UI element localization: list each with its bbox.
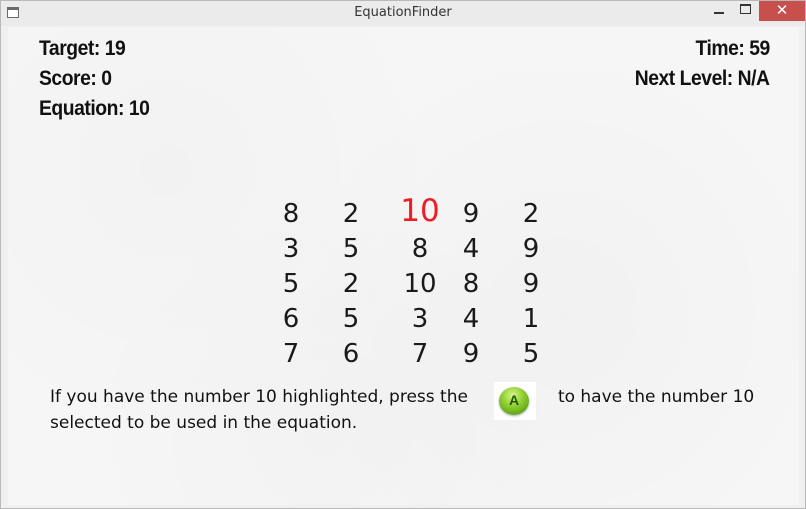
a-button-icon: A [494,382,536,420]
grid-cell-r3-c1[interactable]: 5 [261,269,321,299]
close-icon: ✕ [775,1,789,19]
title-bar[interactable]: EquationFinder ✕ [1,1,805,26]
grid-cell-r5-c4[interactable]: 9 [441,339,501,369]
grid-cell-r2-c5[interactable]: 9 [501,234,561,264]
grid-cell-r1-c2[interactable]: 2 [321,199,381,229]
grid-cell-r4-c4[interactable]: 4 [441,304,501,334]
grid-cell-r5-c2[interactable]: 6 [321,339,381,369]
grid-cell-r1-c4[interactable]: 9 [441,199,501,229]
maximize-icon [740,4,751,14]
grid-cell-r3-c2[interactable]: 2 [321,269,381,299]
grid-cell-r2-c1[interactable]: 3 [261,234,321,264]
time-label: Time: 59 [695,37,771,60]
minimize-button[interactable] [706,1,732,21]
grid-cell-r5-c5[interactable]: 5 [501,339,561,369]
green-a-button-icon: A [499,387,529,415]
grid-cell-r3-c5[interactable]: 9 [501,269,561,299]
grid-cell-r1-c1[interactable]: 8 [261,199,321,229]
grid-cell-r1-c5[interactable]: 2 [501,199,561,229]
window-title: EquationFinder [354,5,452,20]
maximize-button[interactable] [732,1,758,21]
grid-cell-r4-c1[interactable]: 6 [261,304,321,334]
grid-cell-r3-c4[interactable]: 8 [441,269,501,299]
grid-cell-r2-c2[interactable]: 5 [321,234,381,264]
close-button[interactable]: ✕ [759,1,805,21]
minimize-icon [714,12,724,14]
a-button-label: A [508,392,520,408]
grid-cell-r5-c1[interactable]: 7 [261,339,321,369]
score-label: Score: 0 [39,67,112,90]
next-level-label: Next Level: N/A [635,67,770,90]
grid-cell-r4-c2[interactable]: 5 [321,304,381,334]
grid-cell-r2-c4[interactable]: 4 [441,234,501,264]
equation-label: Equation: 10 [39,97,150,120]
hint-line2: selected to be used in the equation. [50,413,358,433]
app-window: EquationFinder ✕ Target: 19 Score: 0 Equ… [0,0,806,509]
target-label: Target: 19 [39,37,126,60]
grid-cell-r4-c5[interactable]: 1 [501,304,561,334]
hint-line1-before: If you have the number 10 highlighted, p… [50,387,468,407]
hint-text: If you have the number 10 highlighted, p… [50,384,780,436]
hint-line1-after: to have the number 10 [557,387,755,407]
